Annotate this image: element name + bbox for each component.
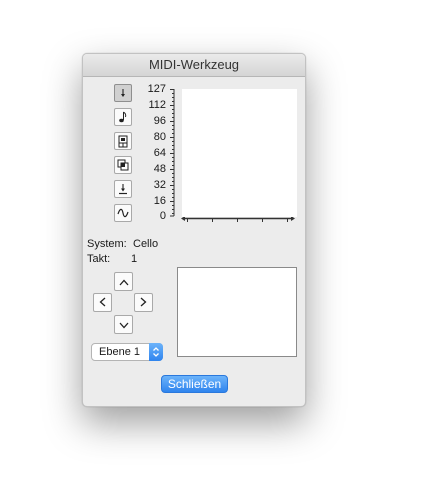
nav-up-button[interactable] [114,272,133,291]
chevron-left-icon [99,294,106,312]
close-button[interactable]: Schließen [161,375,228,393]
velocity-graph[interactable] [182,89,297,217]
up-down-arrows-icon [149,343,163,361]
preview-box [177,267,297,357]
system-label: System: [87,238,127,250]
layer-select[interactable]: Ebene 1 [91,343,163,361]
measure-label: Takt: [87,253,111,265]
system-value: Cello [133,238,159,250]
nav-right-button[interactable] [134,293,153,312]
measure-value: 1 [131,253,138,265]
chevron-down-icon [119,316,129,334]
nav-down-button[interactable] [114,315,133,334]
chevron-right-icon [140,294,147,312]
chevron-up-icon [119,273,129,291]
layer-select-value: Ebene 1 [99,346,140,358]
nav-left-button[interactable] [93,293,112,312]
midi-tool-window: MIDI-Werkzeug 127 112 96 80 64 48 32 16 … [82,53,306,407]
